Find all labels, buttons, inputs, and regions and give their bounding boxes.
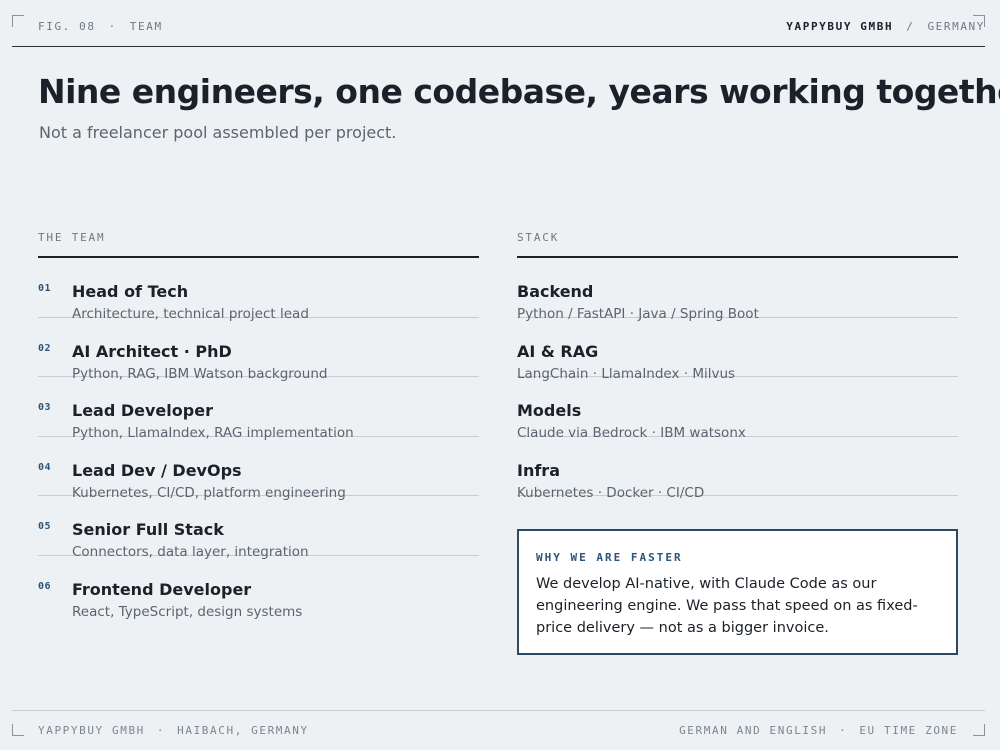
page-subtitle: Not a freelancer pool assembled per proj… xyxy=(39,123,397,142)
team-member-row: 05 Senior Full Stack Connectors, data la… xyxy=(38,496,479,560)
separator-dot: · xyxy=(156,724,166,737)
footer-info: GERMAN AND ENGLISH · EU TIME ZONE xyxy=(679,724,958,737)
page-title: Nine engineers, one codebase, years work… xyxy=(38,72,1000,111)
footer-divider xyxy=(12,710,985,711)
team-member-row: 03 Lead Developer Python, LlamaIndex, RA… xyxy=(38,377,479,441)
stack-item-row: Infra Kubernetes · Docker · CI/CD xyxy=(517,437,958,501)
callout-label: WHY WE ARE FASTER xyxy=(536,551,683,564)
stack-heading: STACK xyxy=(517,230,958,258)
member-number: 05 xyxy=(38,521,52,533)
team-list: 01 Head of Tech Architecture, technical … xyxy=(38,258,479,620)
team-member-row: 06 Frontend Developer React, TypeScript,… xyxy=(38,556,479,620)
team-member-row: 01 Head of Tech Architecture, technical … xyxy=(38,258,479,322)
footer-location: HAIBACH, GERMANY xyxy=(177,724,309,737)
stack-item-row: Backend Python / FastAPI · Java / Spring… xyxy=(517,258,958,322)
stack-column: STACK Backend Python / FastAPI · Java / … xyxy=(517,230,958,501)
footer-company-name: YAPPYBUY GMBH xyxy=(38,724,145,737)
figure-label: FIG. 08 · TEAM xyxy=(38,20,163,33)
callout-text: We develop AI-native, with Claude Code a… xyxy=(536,576,918,636)
team-member-row: 04 Lead Dev / DevOps Kubernetes, CI/CD, … xyxy=(38,437,479,501)
section-name: TEAM xyxy=(129,20,163,33)
stack-item-row: AI & RAG LangChain · LlamaIndex · Milvus xyxy=(517,318,958,382)
member-role: Lead Dev / DevOps xyxy=(72,460,242,480)
team-heading: THE TEAM xyxy=(38,230,479,258)
stack-item-description: Kubernetes · Docker · CI/CD xyxy=(517,484,705,501)
footer-timezone: EU TIME ZONE xyxy=(859,724,958,737)
footer-languages: GERMAN AND ENGLISH xyxy=(679,724,828,737)
why-faster-callout: WHY WE ARE FASTER We develop AI-native, … xyxy=(517,529,958,655)
separator-slash: / xyxy=(906,20,915,33)
member-number: 06 xyxy=(38,580,52,592)
top-bar: FIG. 08 · TEAM YAPPYBUY GMBH / GERMANY xyxy=(12,14,985,47)
stack-item-row: Models Claude via Bedrock · IBM watsonx xyxy=(517,377,958,441)
member-number: 02 xyxy=(38,342,52,354)
corner-mark-bottom-left xyxy=(12,724,24,736)
team-member-row: 02 AI Architect · PhD Python, RAG, IBM W… xyxy=(38,318,479,382)
stack-item-name: AI & RAG xyxy=(517,341,599,361)
country-name: GERMANY xyxy=(927,20,985,33)
brand-name: YAPPYBUY GMBH xyxy=(786,20,894,33)
separator-dot: · xyxy=(108,20,117,33)
member-role: Senior Full Stack xyxy=(72,520,224,540)
member-number: 03 xyxy=(38,402,52,414)
stack-item-name: Models xyxy=(517,401,582,421)
corner-mark-bottom-right xyxy=(973,724,985,736)
member-role: AI Architect · PhD xyxy=(72,341,232,361)
stack-list: Backend Python / FastAPI · Java / Spring… xyxy=(517,258,958,501)
footer-company: YAPPYBUY GMBH · HAIBACH, GERMANY xyxy=(38,724,309,737)
separator-dot: · xyxy=(839,724,848,737)
member-number: 04 xyxy=(38,461,52,473)
team-column: THE TEAM 01 Head of Tech Architecture, t… xyxy=(38,230,479,620)
member-description: React, TypeScript, design systems xyxy=(72,603,303,620)
member-role: Frontend Developer xyxy=(72,579,252,599)
figure-number: FIG. 08 xyxy=(38,20,96,33)
stack-item-name: Infra xyxy=(517,460,560,480)
member-number: 01 xyxy=(38,283,52,294)
member-role: Head of Tech xyxy=(72,282,189,301)
member-role: Lead Developer xyxy=(72,401,213,421)
company-label: YAPPYBUY GMBH / GERMANY xyxy=(786,20,985,33)
stack-item-name: Backend xyxy=(517,282,594,301)
